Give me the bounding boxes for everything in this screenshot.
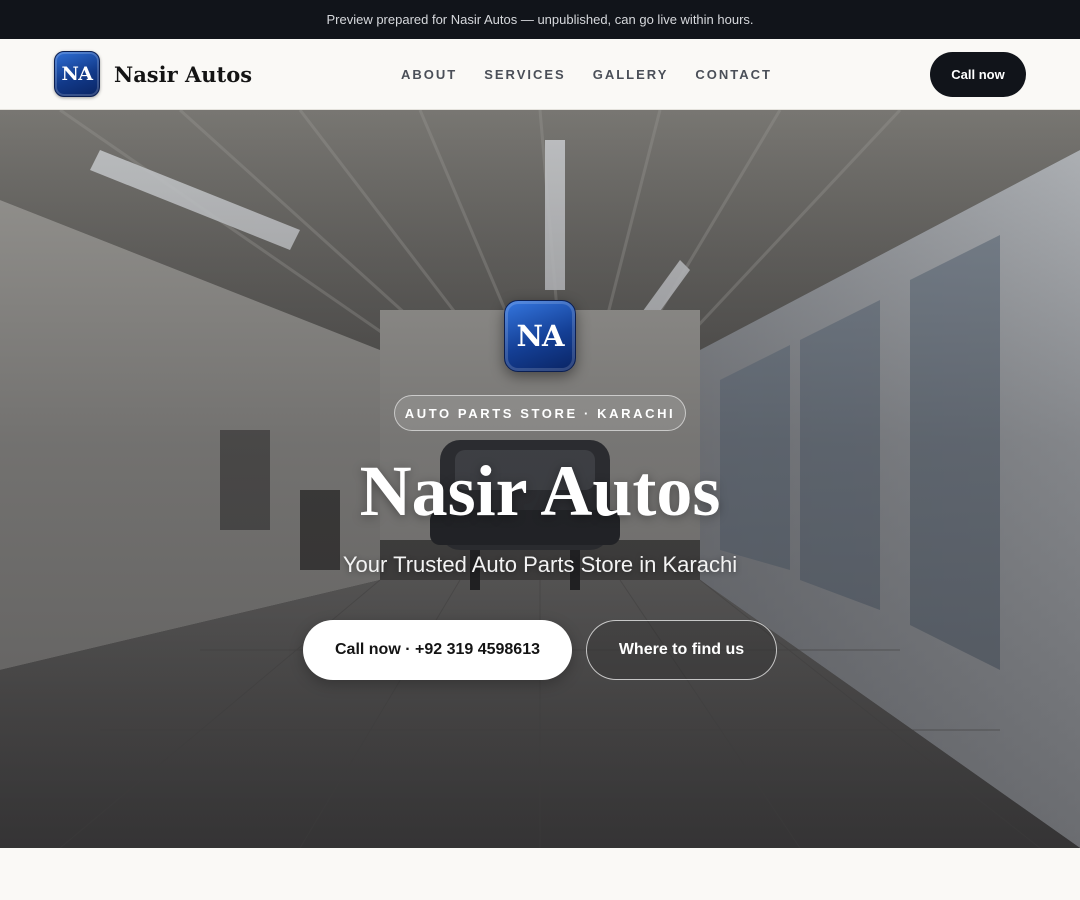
site-header: NA Nasir Autos ABOUT SERVICES GALLERY CO… (0, 39, 1080, 110)
nav-contact[interactable]: CONTACT (695, 67, 772, 82)
main-nav: ABOUT SERVICES GALLERY CONTACT (401, 39, 799, 109)
brand-name: Nasir Autos (114, 61, 253, 87)
nav-services[interactable]: SERVICES (484, 67, 566, 82)
where-to-find-us-button[interactable]: Where to find us (586, 620, 777, 680)
hero-title: Nasir Autos (359, 451, 721, 531)
header-call-button[interactable]: Call now (930, 52, 1026, 97)
hero-logo-icon: NA (504, 300, 576, 372)
hero-content: NA AUTO PARTS STORE · KARACHI Nasir Auto… (0, 110, 1080, 848)
logo-badge-icon: NA (54, 51, 100, 97)
preview-notice-bar: Preview prepared for Nasir Autos — unpub… (0, 0, 1080, 39)
nav-about[interactable]: ABOUT (401, 67, 457, 82)
brand-home-link[interactable]: NA Nasir Autos (54, 51, 252, 97)
hero-call-button[interactable]: Call now · +92 319 4598613 (303, 620, 572, 680)
hero-section: NA AUTO PARTS STORE · KARACHI Nasir Auto… (0, 110, 1080, 848)
hero-category-tag: AUTO PARTS STORE · KARACHI (394, 395, 686, 431)
hero-subtitle: Your Trusted Auto Parts Store in Karachi (342, 552, 738, 577)
preview-notice-text: Preview prepared for Nasir Autos — unpub… (326, 12, 754, 27)
nav-gallery[interactable]: GALLERY (593, 67, 669, 82)
